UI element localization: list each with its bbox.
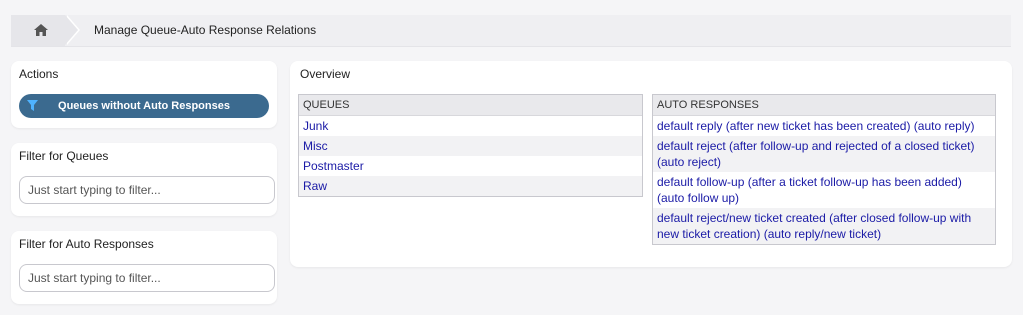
table-row: Junk — [299, 116, 642, 136]
overview-panel: Overview QUEUES Junk Misc Postmaster Raw… — [290, 61, 1012, 267]
queues-without-auto-responses-button[interactable]: Queues without Auto Responses — [19, 94, 269, 118]
button-label: Queues without Auto Responses — [58, 100, 230, 112]
queue-link-raw[interactable]: Raw — [303, 179, 327, 193]
actions-panel: Actions Queues without Auto Responses — [11, 61, 277, 128]
table-row: default reply (after new ticket has been… — [653, 116, 995, 136]
filter-responses-panel: Filter for Auto Responses — [11, 231, 277, 304]
home-icon[interactable] — [33, 23, 49, 37]
actions-heading: Actions — [19, 67, 59, 81]
auto-response-link[interactable]: default reply (after new ticket has been… — [657, 119, 975, 133]
breadcrumb-home[interactable] — [11, 15, 65, 46]
auto-responses-table: AUTO RESPONSES default reply (after new … — [652, 94, 996, 245]
filter-queues-heading: Filter for Queues — [19, 149, 109, 163]
filter-icon — [27, 100, 38, 111]
filter-responses-heading: Filter for Auto Responses — [19, 237, 154, 251]
breadcrumb-separator-fill — [65, 15, 78, 45]
breadcrumb: Manage Queue-Auto Response Relations — [11, 15, 1011, 47]
filter-queues-panel: Filter for Queues — [11, 143, 277, 216]
overview-heading: Overview — [300, 67, 351, 81]
queue-link-junk[interactable]: Junk — [303, 119, 328, 133]
filter-responses-input[interactable] — [19, 264, 275, 292]
queues-table: QUEUES Junk Misc Postmaster Raw — [298, 94, 643, 197]
table-row: default reject (after follow-up and reje… — [653, 136, 995, 172]
table-row: Postmaster — [299, 156, 642, 176]
auto-response-link[interactable]: default follow-up (after a ticket follow… — [657, 175, 962, 205]
queue-link-misc[interactable]: Misc — [303, 139, 328, 153]
auto-responses-header: AUTO RESPONSES — [653, 95, 995, 116]
table-row: Raw — [299, 176, 642, 196]
filter-queues-input[interactable] — [19, 176, 275, 204]
queues-header: QUEUES — [299, 95, 642, 116]
auto-response-link[interactable]: default reject/new ticket created (after… — [657, 211, 971, 241]
table-row: Misc — [299, 136, 642, 156]
auto-response-link[interactable]: default reject (after follow-up and reje… — [657, 139, 975, 169]
table-row: default follow-up (after a ticket follow… — [653, 172, 995, 208]
table-row: default reject/new ticket created (after… — [653, 208, 995, 244]
queue-link-postmaster[interactable]: Postmaster — [303, 159, 364, 173]
page-title: Manage Queue-Auto Response Relations — [94, 23, 317, 37]
